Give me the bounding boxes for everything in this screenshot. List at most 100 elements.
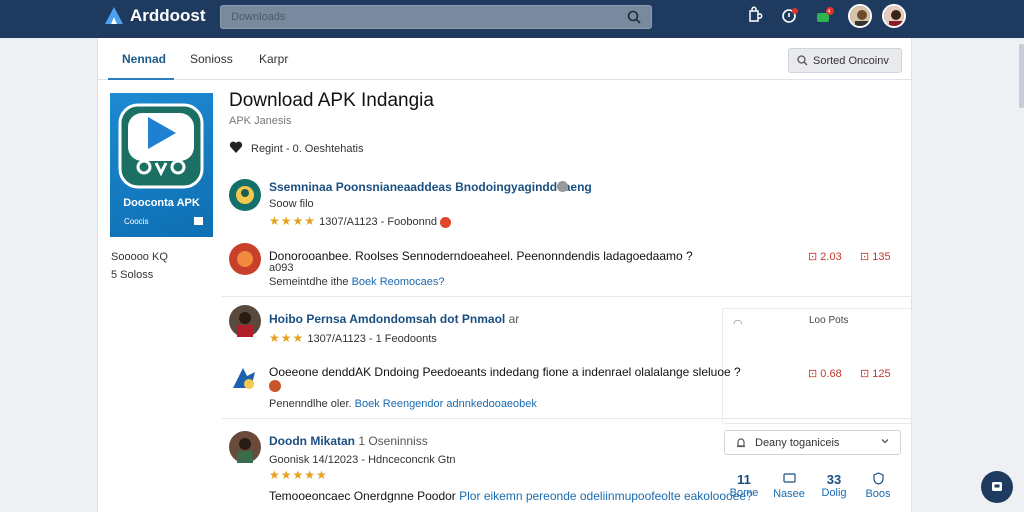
app-image: Dooconta APK Coocis [110, 93, 213, 237]
main-panel: Nennad Sonioss Karpr Sorted Oncoinv Dooc… [97, 38, 912, 512]
tab-sonioss[interactable]: Sonioss [190, 52, 233, 66]
stat-boos-label: Boos [865, 488, 891, 500]
brand-logo[interactable]: Arddoost [104, 5, 206, 27]
tab-karpr[interactable]: Karpr [259, 52, 288, 66]
flag-icon: ⊡ [860, 251, 870, 263]
comment-avatar[interactable] [229, 431, 261, 463]
user-avatar[interactable] [848, 4, 872, 28]
refresh-icon[interactable]: ◠ [733, 317, 743, 330]
comment-text-body: Temooeoncaec Onerdgnne Poodor [269, 489, 456, 503]
stat-dolig-value: 33 [826, 472, 842, 487]
comment-text: Ooeeone denddAK Dndoing Peedoeants inded… [269, 365, 741, 379]
vote-up-count: 135 [872, 251, 891, 263]
flag-icon: ⊡ [808, 368, 818, 380]
comment-divider [222, 296, 912, 297]
shield-icon [858, 472, 898, 488]
rating-text: 1307/A1123 - 1 Feodoonts [307, 333, 437, 345]
comment-author-suffix: 1 Oseninniss [358, 434, 428, 448]
rating-text: 1307/A1123 - Foobonnd [319, 216, 437, 228]
comment-footer: Penenndlhe oler. Boek Reengendor adnnked… [269, 398, 537, 410]
stat-dolig[interactable]: 33 Dolig [814, 472, 854, 499]
page-subtitle: APK Janesis [229, 115, 292, 127]
comment-avatar[interactable] [229, 362, 261, 394]
chat-fab-button[interactable] [981, 471, 1013, 503]
comment-avatar[interactable] [229, 305, 261, 337]
stat-bome-label: Bome [729, 487, 759, 499]
comment-author[interactable]: Hoibo Pernsa Amdondomsah dot Pnmaol ar [269, 312, 519, 326]
emoji-icon [440, 216, 451, 228]
vote-up[interactable]: ⊡ 135 [860, 250, 891, 263]
vote-up-count: 125 [872, 368, 891, 380]
side-stat-count: 5 Soloss [111, 269, 154, 281]
comment-sub-text: a093 [269, 262, 294, 274]
side-card-label: Loo Pots [809, 315, 849, 326]
search-icon[interactable] [627, 10, 641, 24]
comment-author-suffix: ar [508, 312, 520, 326]
svg-text:4: 4 [828, 9, 831, 15]
comment-rating-line: ★★★ 1307/A1123 - 1 Feodoonts [269, 331, 437, 345]
profile-avatar[interactable] [882, 4, 906, 28]
notification-icon[interactable] [780, 6, 800, 26]
comment-avatar[interactable] [229, 179, 261, 211]
side-stat-size: Sooooo KQ [111, 251, 168, 263]
tab-nennad[interactable]: Nennad [122, 52, 166, 66]
heart-icon[interactable] [229, 140, 243, 157]
app-image-badge [194, 217, 203, 225]
reply-link[interactable]: Boek Reengendor adnnkedooaeobek [355, 398, 537, 410]
bell-icon [735, 437, 747, 452]
app-image-label: Dooconta APK [123, 197, 200, 209]
stat-nasee[interactable]: Nasee [769, 472, 809, 500]
comment-rating-line: ★★★★★ [269, 468, 328, 482]
stat-bome[interactable]: 11 Bome [724, 472, 764, 499]
comment-divider [222, 418, 912, 419]
filter-select[interactable]: Deany toganiceis [724, 430, 901, 455]
comment-author[interactable]: Doodn Mikatan 1 Oseninniss [269, 434, 428, 448]
app-meta-text: Regint - 0. Oeshtehatis [251, 142, 364, 155]
filter-select-value: Deany toganiceis [755, 437, 840, 449]
page-scrollbar[interactable] [1019, 44, 1024, 108]
rating-stars: ★★★★★ [269, 468, 328, 482]
comment-author-name: Doodn Mikatan [269, 434, 355, 448]
stat-nasee-label: Nasee [773, 488, 805, 500]
comment-date-line: Goonisk 14/12023 - Hdnceconcnk Gtn [269, 454, 456, 466]
vote-down[interactable]: ⊡ 2.03 [808, 250, 842, 263]
sort-button[interactable]: Sorted Oncoinv [788, 48, 902, 73]
comment-author-name: Hoibo Pernsa Amdondomsah dot Pnmaol [269, 312, 506, 326]
app-logo-icon [118, 103, 204, 189]
search-input[interactable]: Downloads [220, 5, 652, 29]
app-meta: Regint - 0. Oeshtehatis [229, 140, 364, 157]
rating-stars: ★★★ [269, 331, 305, 345]
chat-icon [992, 482, 1002, 491]
active-tab-indicator [108, 78, 174, 80]
emoji-icon [269, 380, 281, 392]
logo-mark-icon [104, 6, 124, 26]
side-card: ◠ Loo Pots [722, 308, 912, 424]
message-icon [769, 472, 809, 488]
comment-avatar[interactable] [229, 243, 261, 275]
comment-sub: Soow filo [269, 198, 314, 210]
stat-dolig-label: Dolig [821, 487, 847, 499]
reply-link[interactable]: Boek Reomocaes? [352, 276, 445, 288]
comment-date: Goonisk 14/12023 - Hdnceconcnk [269, 454, 435, 466]
comment-footer-text: Semeintdhe ithe [269, 276, 349, 288]
vote-down[interactable]: ⊡ 0.68 [808, 367, 842, 380]
tab-bar: Nennad Sonioss Karpr Sorted Oncoinv [98, 38, 911, 80]
comment-text: Temooeoncaec Onerdgnne Poodor Plor eikem… [269, 489, 753, 503]
reply-link[interactable]: Plor eikemn pereonde odeliinmupoofeolte … [459, 489, 753, 503]
comment-footer: Semeintdhe ithe Boek Reomocaes? [269, 276, 445, 288]
chevron-down-icon [880, 436, 890, 449]
verified-icon [557, 181, 568, 192]
vote-up[interactable]: ⊡ 125 [860, 367, 891, 380]
comment-rating-line: ★★★★ 1307/A1123 - Foobonnd [269, 214, 451, 228]
flag-icon: ⊡ [860, 368, 870, 380]
cart-icon[interactable]: 4 [814, 6, 834, 26]
vote-down-count: 2.03 [820, 251, 842, 263]
comment-footer-text: Penenndlhe oler. [269, 398, 352, 410]
brand-name: Arddoost [130, 6, 206, 25]
puzzle-icon[interactable] [744, 6, 764, 26]
sort-button-label: Sorted Oncoinv [813, 55, 889, 67]
page-title: Download APK Indangia [229, 90, 434, 111]
search-placeholder: Downloads [231, 11, 286, 23]
comment-author[interactable]: Ssemninaa Poonsnianeaaddeas Bnodoingyagi… [269, 180, 592, 194]
stat-boos[interactable]: Boos [858, 472, 898, 500]
